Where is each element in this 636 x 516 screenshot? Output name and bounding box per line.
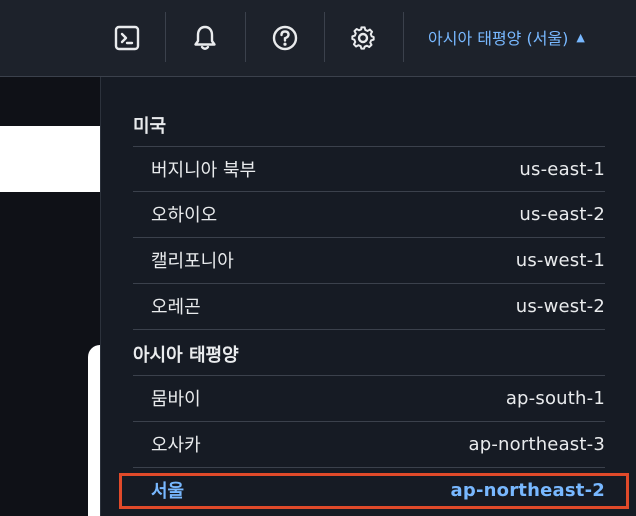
region-option-ap-northeast-3[interactable]: 오사카 ap-northeast-3: [133, 421, 605, 466]
region-option-ap-south-1[interactable]: 뭄바이 ap-south-1: [133, 375, 605, 420]
region-group-title-us: 미국: [133, 116, 167, 137]
background-card: [0, 126, 100, 192]
cloudshell-icon[interactable]: [112, 20, 142, 56]
region-option-code: ap-northeast-3: [468, 433, 605, 455]
header-divider: [403, 12, 404, 62]
region-option-name: 오사카: [151, 435, 201, 456]
region-option-us-west-2[interactable]: 오레곤 us-west-2: [133, 283, 605, 328]
region-option-name: 오하이오: [151, 205, 218, 226]
region-option-ap-northeast-2[interactable]: 서울 ap-northeast-2: [133, 467, 605, 512]
group-divider: [133, 329, 605, 330]
region-group-title-asia-pacific: 아시아 태평양: [133, 345, 239, 366]
region-option-name: 캘리포니아: [151, 251, 234, 272]
help-icon[interactable]: [270, 20, 300, 56]
region-option-code: us-east-2: [519, 203, 605, 225]
background-panel: [88, 345, 100, 516]
bell-icon[interactable]: [190, 20, 220, 56]
region-selector-button[interactable]: 아시아 태평양 (서울) ▲: [428, 24, 585, 50]
region-option-code: us-east-1: [519, 158, 605, 180]
region-option-code: ap-south-1: [505, 387, 605, 409]
header-divider: [324, 12, 325, 62]
region-option-code: us-west-1: [515, 249, 605, 271]
region-dropdown-menu: 미국 버지니아 북부 us-east-1 오하이오 us-east-2 캘리포니…: [100, 77, 636, 516]
header-divider: [245, 12, 246, 62]
header-divider: [165, 12, 166, 62]
region-option-name: 서울: [151, 481, 185, 502]
region-option-us-east-1[interactable]: 버지니아 북부 us-east-1: [133, 146, 605, 191]
top-navigation-bar: 아시아 태평양 (서울) ▲: [0, 0, 636, 77]
region-option-code: ap-northeast-2: [450, 479, 605, 501]
region-option-name: 오레곤: [151, 297, 201, 318]
region-option-name: 버지니아 북부: [151, 160, 257, 181]
caret-up-icon: ▲: [576, 30, 585, 44]
region-option-us-east-2[interactable]: 오하이오 us-east-2: [133, 191, 605, 236]
gear-icon[interactable]: [348, 20, 378, 56]
region-option-code: us-west-2: [515, 295, 605, 317]
region-selector-label: 아시아 태평양 (서울): [428, 29, 569, 48]
region-option-us-west-1[interactable]: 캘리포니아 us-west-1: [133, 237, 605, 282]
region-option-name: 뭄바이: [151, 389, 201, 410]
